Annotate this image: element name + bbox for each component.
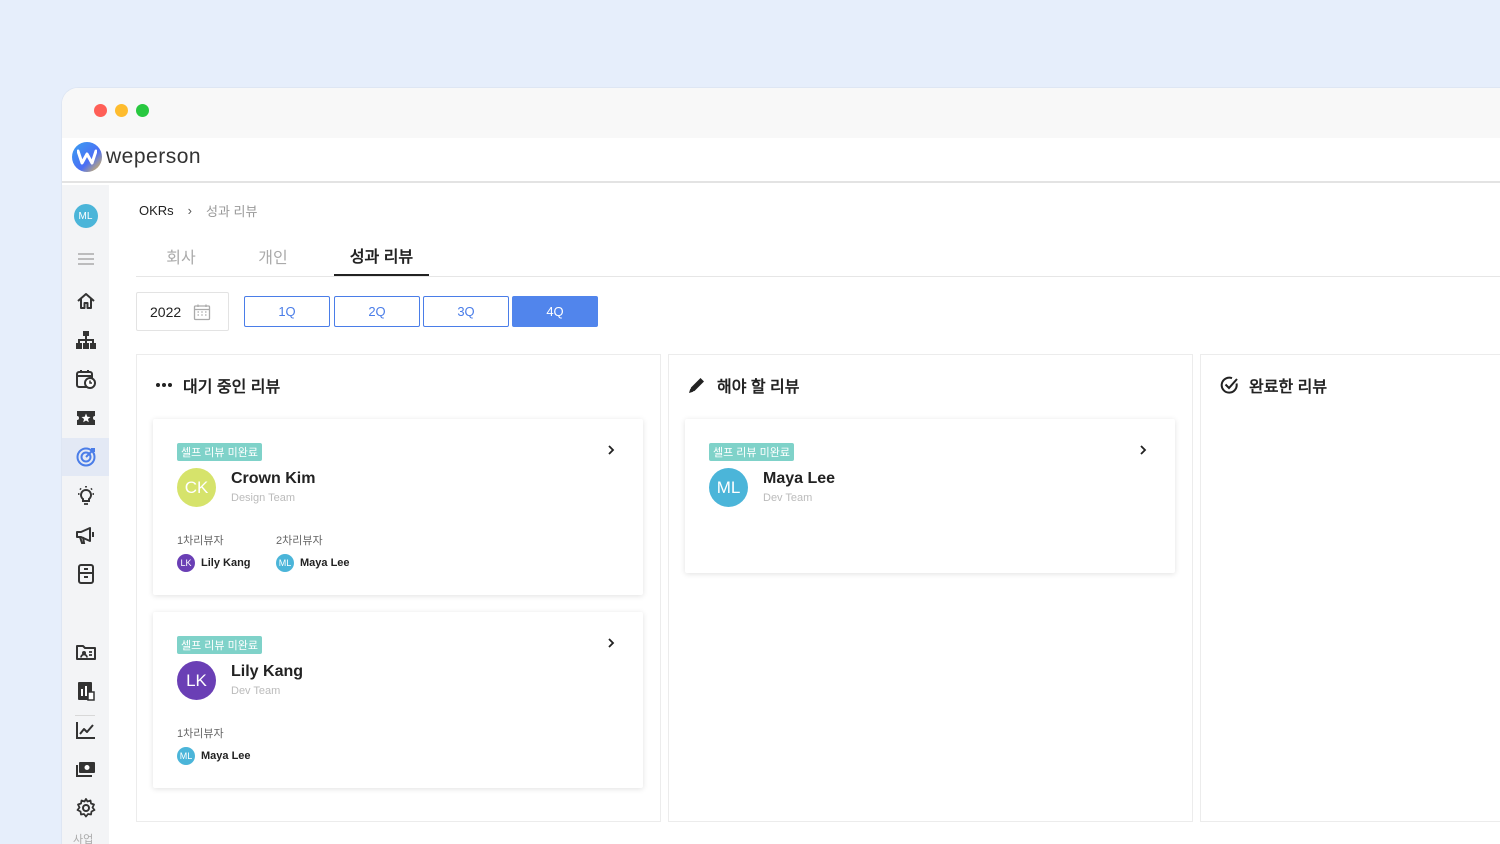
pending-review-title: 대기 중인 리뷰	[183, 379, 281, 396]
breadcrumb-current: 성과 리뷰	[206, 204, 258, 219]
reviewer1: ML Maya Lee	[177, 747, 251, 765]
status-badge: 셀프 리뷰 미완료	[177, 636, 262, 654]
target-icon[interactable]	[62, 438, 109, 476]
done-review-title: 완료한 리뷰	[1249, 379, 1328, 396]
done-review-header: 완료한 리뷰	[1219, 373, 1327, 397]
check-circle-icon	[1220, 376, 1238, 394]
home-icon[interactable]	[62, 282, 109, 320]
reviewer1-name: Maya Lee	[201, 750, 251, 762]
person-name: Crown Kim	[231, 470, 316, 487]
minimize-window-button[interactable]	[115, 104, 128, 117]
more-dots-icon	[156, 383, 172, 387]
tab-company[interactable]: 회사	[136, 236, 226, 276]
maximize-window-button[interactable]	[136, 104, 149, 117]
tab-bar: 회사 개인 성과 리뷰	[136, 236, 1500, 277]
breadcrumb-root[interactable]: OKRs	[139, 203, 174, 218]
person-name: Maya Lee	[763, 470, 836, 487]
avatar: ML	[73, 204, 98, 228]
id-card-icon[interactable]	[62, 633, 109, 671]
megaphone-icon[interactable]	[62, 516, 109, 554]
org-chart-icon[interactable]	[62, 321, 109, 359]
reviewer1-label: 1차리뷰자	[177, 728, 224, 740]
app-header: weperson	[62, 138, 1500, 183]
person-name: Lily Kang	[231, 663, 304, 680]
settings-icon[interactable]	[62, 789, 109, 827]
reviewer2-name: Maya Lee	[300, 557, 350, 569]
avatar: ML	[276, 554, 294, 572]
person-team: Dev Team	[231, 685, 281, 697]
close-window-button[interactable]	[94, 104, 107, 117]
reviewer1-label: 1차리뷰자	[177, 535, 224, 547]
tab-performance-review[interactable]: 성과 리뷰	[334, 236, 429, 276]
quarter-1q-button[interactable]: 1Q	[244, 296, 330, 327]
review-card[interactable]: 셀프 리뷰 미완료 ML Maya Lee Dev Team	[685, 419, 1175, 573]
status-badge: 셀프 리뷰 미완료	[177, 443, 262, 461]
line-chart-icon[interactable]	[62, 711, 109, 749]
avatar: ML	[177, 747, 195, 765]
calendar-icon[interactable]	[193, 303, 211, 324]
quarter-4q-button[interactable]: 4Q	[512, 296, 598, 327]
reviewer2-label: 2차리뷰자	[276, 535, 323, 547]
chevron-right-icon[interactable]	[607, 443, 615, 461]
breadcrumb: OKRs › 성과 리뷰	[139, 201, 257, 220]
chevron-right-icon[interactable]	[1139, 443, 1147, 461]
review-card[interactable]: 셀프 리뷰 미완료 CK Crown Kim Design Team 1차리뷰자…	[153, 419, 643, 595]
pending-review-column: 대기 중인 리뷰 셀프 리뷰 미완료 CK Crown Kim Design T…	[136, 354, 661, 822]
avatar: ML	[709, 468, 748, 507]
person-team: Dev Team	[763, 492, 813, 504]
logo-text[interactable]: weperson	[106, 145, 201, 169]
todo-review-title: 해야 할 리뷰	[717, 379, 800, 396]
document-icon[interactable]	[62, 555, 109, 593]
avatar: LK	[177, 554, 195, 572]
avatar: LK	[177, 661, 216, 700]
breadcrumb-separator: ›	[187, 203, 193, 218]
todo-review-column: 해야 할 리뷰 셀프 리뷰 미완료 ML Maya Lee Dev Team	[668, 354, 1193, 822]
pending-review-header: 대기 중인 리뷰	[155, 373, 280, 397]
sidebar: ML 사업	[62, 185, 109, 844]
reviewer1-name: Lily Kang	[201, 557, 251, 569]
review-card[interactable]: 셀프 리뷰 미완료 LK Lily Kang Dev Team 1차리뷰자 ML…	[153, 612, 643, 788]
sidebar-bottom-label[interactable]: 사업	[73, 831, 93, 844]
avatar: CK	[177, 468, 216, 507]
money-icon[interactable]	[62, 750, 109, 788]
window-titlebar	[62, 88, 1500, 138]
sidebar-profile[interactable]: ML	[62, 197, 109, 235]
calendar-clock-icon[interactable]	[62, 360, 109, 398]
star-ticket-icon[interactable]	[62, 399, 109, 437]
year-value: 2022	[150, 303, 182, 320]
year-picker[interactable]: 2022	[136, 292, 229, 331]
menu-icon[interactable]	[62, 240, 109, 278]
chevron-right-icon[interactable]	[607, 636, 615, 654]
reviewer1: LK Lily Kang	[177, 554, 251, 572]
status-badge: 셀프 리뷰 미완료	[709, 443, 794, 461]
quarter-3q-button[interactable]: 3Q	[423, 296, 509, 327]
done-review-column: 완료한 리뷰	[1200, 354, 1500, 822]
pencil-icon	[689, 378, 704, 393]
weperson-logo-icon[interactable]	[72, 142, 102, 172]
app-window: weperson ML 사업 OKRs › 성과 리뷰 회사 개인 성과 리뷰 …	[62, 88, 1500, 844]
lightbulb-icon[interactable]	[62, 477, 109, 515]
report-icon[interactable]	[62, 672, 109, 710]
tab-personal[interactable]: 개인	[228, 236, 318, 276]
quarter-2q-button[interactable]: 2Q	[334, 296, 420, 327]
reviewer2: ML Maya Lee	[276, 554, 350, 572]
person-team: Design Team	[231, 492, 295, 504]
todo-review-header: 해야 할 리뷰	[687, 373, 800, 397]
